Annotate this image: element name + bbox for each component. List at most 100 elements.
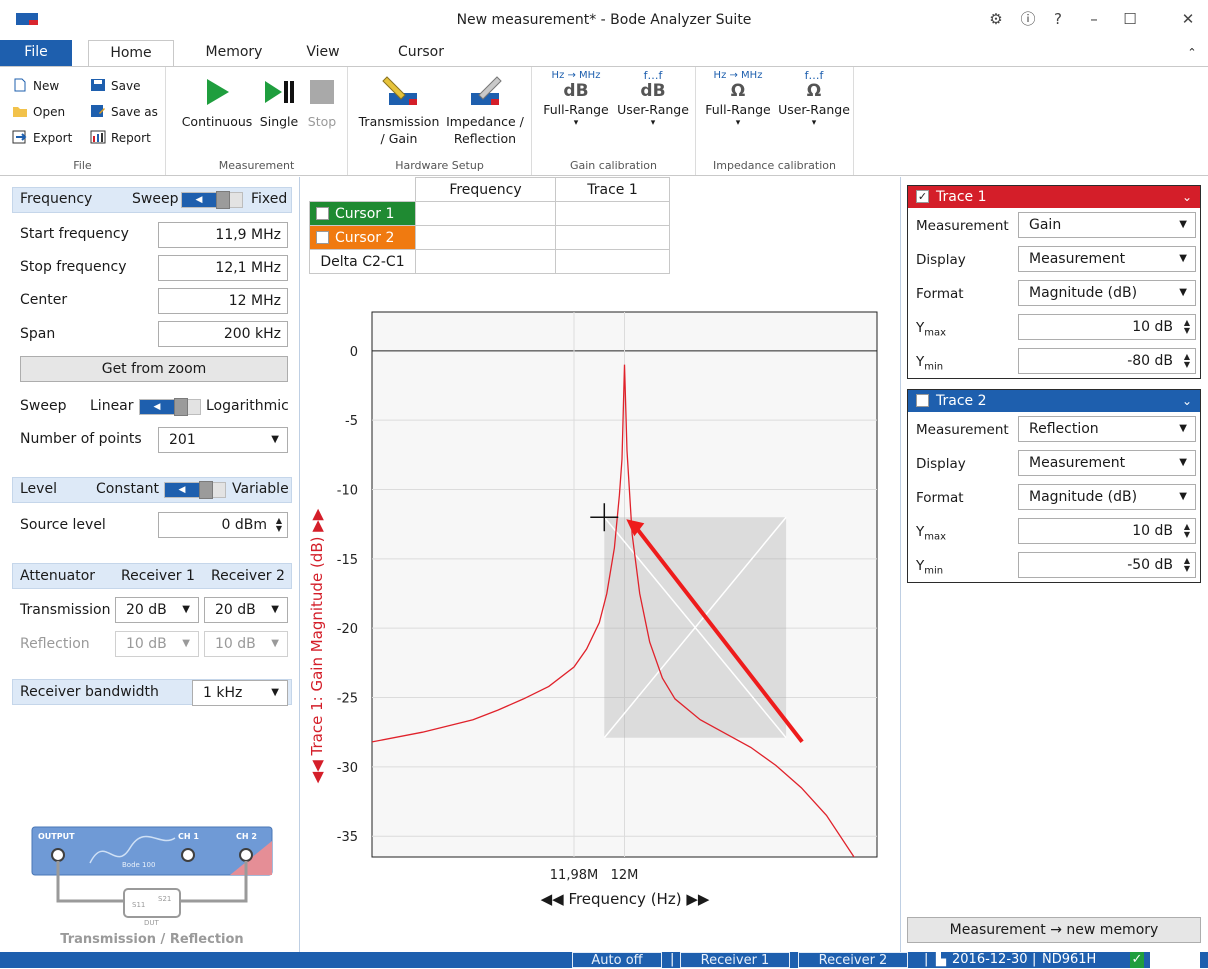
save-button[interactable]: Save bbox=[90, 75, 140, 97]
transmission-r1-select[interactable]: 20 dB ▼ bbox=[115, 597, 199, 623]
trace2-display-select[interactable]: Measurement ▼ bbox=[1018, 450, 1196, 476]
file-group-label: File bbox=[73, 159, 92, 172]
receiver2-status[interactable]: Receiver 2 bbox=[798, 952, 908, 968]
impedance-user-range-button[interactable]: f…f Ω User-Range ▾ bbox=[776, 70, 852, 128]
reflection-r1-select[interactable]: 10 dB ▼ bbox=[115, 631, 199, 657]
spinner-arrows-icon[interactable]: ▲ ▼ bbox=[1184, 523, 1190, 539]
rbw-select[interactable]: 1 kHz ▼ bbox=[192, 680, 288, 706]
gain-full-range-button[interactable]: Hz → MHz dB Full-Range ▾ bbox=[538, 71, 614, 129]
tab-home[interactable]: Home bbox=[88, 40, 174, 67]
open-label: Open bbox=[33, 105, 66, 119]
stop-frequency-input[interactable]: 12,1 MHz bbox=[158, 255, 288, 281]
y-axis-scroll-left-icon[interactable]: ◀◀ bbox=[308, 755, 326, 783]
receiver1-status[interactable]: Receiver 1 bbox=[680, 952, 790, 968]
transmission-gain-button[interactable]: Transmission / Gain bbox=[356, 75, 442, 147]
save-as-button[interactable]: Save as bbox=[90, 101, 158, 123]
reflection-r2-select[interactable]: 10 dB ▼ bbox=[204, 631, 288, 657]
span-input[interactable]: 200 kHz bbox=[158, 321, 288, 347]
connected-check-icon: ✓ bbox=[1130, 952, 1144, 968]
single-button[interactable]: Single bbox=[256, 75, 302, 130]
save-as-icon bbox=[91, 105, 105, 117]
x-axis-scroll-left-icon[interactable]: ◀◀ bbox=[541, 890, 569, 908]
gain-full-range-label: Full-Range bbox=[543, 102, 609, 117]
chevron-down-icon: ▼ bbox=[1179, 287, 1187, 298]
y-letter: Y bbox=[916, 558, 925, 574]
new-button[interactable]: New bbox=[12, 75, 59, 97]
span-label: Span bbox=[20, 326, 56, 342]
device-status: ND961H bbox=[1042, 952, 1097, 967]
x-axis-scroll-right-icon[interactable]: ▶▶ bbox=[682, 890, 710, 908]
trace1-ymax-input[interactable]: 10 dB ▲ ▼ bbox=[1018, 314, 1196, 340]
delta-label: Delta C2-C1 bbox=[309, 249, 416, 274]
export-label: Export bbox=[33, 131, 73, 145]
trace2-ymax-input[interactable]: 10 dB ▲ ▼ bbox=[1018, 518, 1196, 544]
stop-button[interactable]: Stop bbox=[302, 75, 342, 130]
bode-chart[interactable]: 0 -5 -10 -15 -20 -25 -30 -35 11,98M 12M ◀◀ Trace … bbox=[300, 290, 896, 915]
hz-mhz-icon: Hz → MHz bbox=[713, 70, 763, 81]
chevron-down-icon[interactable]: ⌄ bbox=[1182, 390, 1192, 412]
tab-cursor[interactable]: Cursor bbox=[388, 40, 454, 66]
y-axis-scroll-right-icon[interactable]: ▶▶ bbox=[308, 508, 326, 536]
info-icon[interactable]: ⓘ bbox=[1016, 8, 1040, 30]
trace1-format-select[interactable]: Magnitude (dB) ▼ bbox=[1018, 280, 1196, 306]
trace1-checkbox[interactable]: ✓ bbox=[916, 190, 929, 203]
start-frequency-input[interactable]: 11,9 MHz bbox=[158, 222, 288, 248]
y-tick-label: -20 bbox=[337, 622, 358, 637]
source-level-input[interactable]: 0 dBm ▲ ▼ bbox=[158, 512, 288, 538]
collapse-ribbon-icon[interactable]: ⌃ bbox=[1182, 40, 1202, 66]
trace2-format-select[interactable]: Magnitude (dB) ▼ bbox=[1018, 484, 1196, 510]
trace1-display-select[interactable]: Measurement ▼ bbox=[1018, 246, 1196, 272]
continuous-button[interactable]: Continuous bbox=[176, 75, 258, 130]
attenuator-label: Attenuator bbox=[20, 568, 96, 584]
spinner-arrows-icon[interactable]: ▲ ▼ bbox=[1184, 557, 1190, 573]
trace2-measurement-select[interactable]: Reflection ▼ bbox=[1018, 416, 1196, 442]
table-cell bbox=[415, 225, 556, 250]
cursor1-label: Cursor 1 bbox=[335, 205, 395, 222]
tab-view[interactable]: View bbox=[298, 40, 348, 66]
ch1-port-icon bbox=[181, 848, 195, 862]
constant-variable-toggle[interactable]: ◀ bbox=[164, 481, 226, 499]
chevron-down-icon: ▾ bbox=[735, 118, 741, 128]
trace1-ymin-input[interactable]: -80 dB ▲ ▼ bbox=[1018, 348, 1196, 374]
trace1-measurement-select[interactable]: Gain ▼ bbox=[1018, 212, 1196, 238]
spinner-arrows-icon[interactable]: ▲ ▼ bbox=[1184, 353, 1190, 369]
maximize-icon[interactable]: ☐ bbox=[1118, 8, 1142, 30]
auto-off-status[interactable]: Auto off bbox=[572, 952, 662, 968]
hardware-group-label: Hardware Setup bbox=[395, 159, 484, 172]
trace2-header[interactable]: Trace 2 ⌄ bbox=[908, 390, 1200, 412]
checkbox-icon[interactable] bbox=[316, 230, 329, 244]
cursor1-toggle[interactable]: Cursor 1 bbox=[309, 201, 416, 226]
sweep-fixed-toggle[interactable]: ◀ bbox=[181, 191, 243, 209]
spinner-arrows-icon[interactable]: ▲ ▼ bbox=[1184, 319, 1190, 335]
checkbox-icon[interactable] bbox=[316, 206, 329, 220]
trace1-header[interactable]: ✓ Trace 1 ⌄ bbox=[908, 186, 1200, 208]
new-file-icon bbox=[14, 78, 26, 92]
chevron-down-icon[interactable]: ⌄ bbox=[1182, 186, 1192, 208]
help-icon[interactable]: ? bbox=[1046, 8, 1070, 30]
tab-memory[interactable]: Memory bbox=[196, 40, 272, 66]
title-bar: New measurement* - Bode Analyzer Suite ⚙… bbox=[0, 0, 1208, 40]
cursor2-toggle[interactable]: Cursor 2 bbox=[309, 225, 416, 250]
open-button[interactable]: Open bbox=[12, 101, 65, 123]
trace2-checkbox[interactable] bbox=[916, 394, 929, 407]
export-icon bbox=[12, 130, 27, 144]
tab-file[interactable]: File bbox=[0, 40, 72, 66]
measurement-group: Continuous Single Stop Measurement bbox=[166, 67, 348, 175]
settings-gear-icon[interactable]: ⚙ bbox=[984, 8, 1008, 30]
report-button[interactable]: Report bbox=[90, 127, 151, 149]
get-from-zoom-button[interactable]: Get from zoom bbox=[20, 356, 288, 382]
table-cell bbox=[415, 249, 556, 274]
export-button[interactable]: Export bbox=[12, 127, 72, 149]
new-memory-button[interactable]: Measurement → new memory bbox=[907, 917, 1201, 943]
close-icon[interactable]: ✕ bbox=[1176, 8, 1200, 30]
minimize-icon[interactable]: – bbox=[1082, 8, 1106, 30]
impedance-reflection-button[interactable]: Impedance / Reflection bbox=[442, 75, 528, 147]
transmission-r2-select[interactable]: 20 dB ▼ bbox=[204, 597, 288, 623]
gain-user-range-button[interactable]: f…f dB User-Range ▾ bbox=[614, 70, 692, 128]
impedance-full-range-button[interactable]: Hz → MHz Ω Full-Range ▾ bbox=[700, 70, 776, 129]
spinner-arrows-icon[interactable]: ▲ ▼ bbox=[276, 517, 282, 533]
center-input[interactable]: 12 MHz bbox=[158, 288, 288, 314]
linear-log-toggle[interactable]: ◀ bbox=[139, 398, 201, 416]
trace2-ymin-input[interactable]: -50 dB ▲ ▼ bbox=[1018, 552, 1196, 578]
points-select[interactable]: 201 ▼ bbox=[158, 427, 288, 453]
